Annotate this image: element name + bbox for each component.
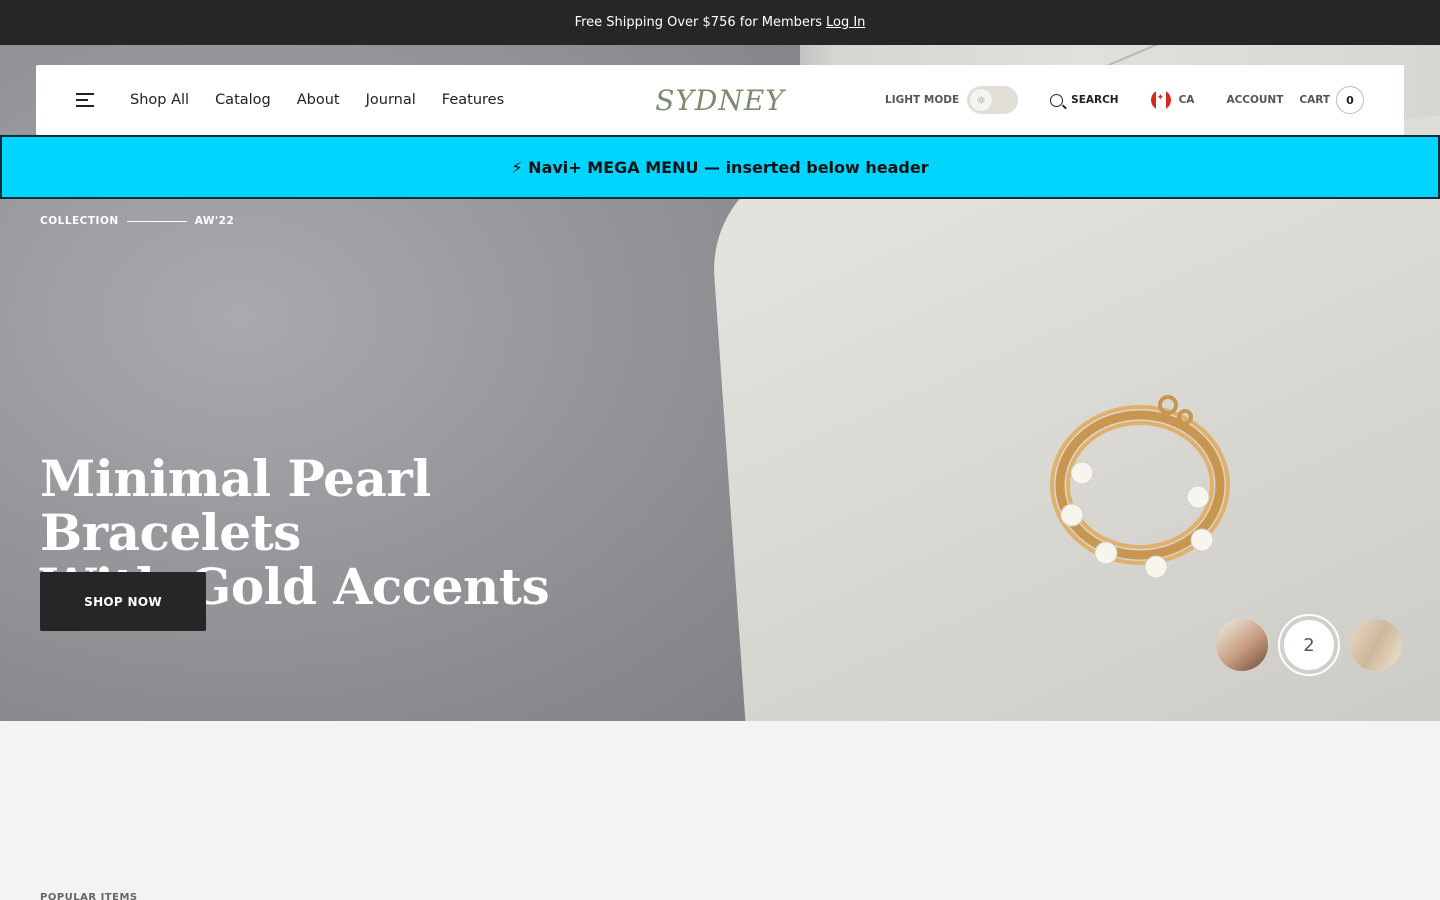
account-link[interactable]: ACCOUNT	[1226, 94, 1283, 106]
cart-label: CART	[1299, 94, 1330, 106]
mode-label: LIGHT MODE	[885, 94, 960, 106]
country-selector[interactable]: CA	[1150, 90, 1195, 110]
sun-icon: ☼	[970, 89, 993, 111]
cart-count-badge: 0	[1336, 86, 1364, 114]
announcement-bar: Free Shipping Over $756 for Members Log …	[0, 0, 1440, 45]
shop-now-button[interactable]: SHOP NOW	[40, 572, 206, 631]
nav-features[interactable]: Features	[442, 92, 504, 108]
collection-text: COLLECTION	[40, 215, 119, 227]
slide-thumbnail-1[interactable]	[1216, 619, 1268, 671]
active-slide-number: 2	[1284, 620, 1334, 670]
slide-thumbnail-2-active[interactable]: 2	[1278, 614, 1340, 676]
canada-flag-icon	[1150, 90, 1171, 110]
nav-about[interactable]: About	[297, 92, 340, 108]
announcement-text: Free Shipping Over $756 for Members	[574, 15, 822, 30]
nav-shop-all[interactable]: Shop All	[130, 92, 189, 108]
country-code: CA	[1178, 94, 1195, 106]
slide-thumbnail-3[interactable]	[1350, 619, 1402, 671]
hero-headline-line1: Minimal Pearl Bracelets	[40, 449, 431, 562]
popular-items-label: POPULAR ITEMS	[40, 892, 138, 900]
collection-divider	[126, 220, 187, 222]
collection-label: COLLECTION AW'22	[40, 215, 234, 227]
theme-mode: LIGHT MODE ☼	[885, 86, 1019, 114]
main-nav: Shop All Catalog About Journal Features	[130, 92, 504, 108]
search-label: SEARCH	[1071, 94, 1119, 106]
hamburger-menu-icon[interactable]	[76, 93, 94, 107]
nav-catalog[interactable]: Catalog	[215, 92, 271, 108]
mega-menu-banner[interactable]: ⚡ Navi+ MEGA MENU — inserted below heade…	[0, 135, 1440, 199]
nav-journal[interactable]: Journal	[366, 92, 416, 108]
site-logo[interactable]: SYDNEY	[655, 84, 785, 117]
search-icon	[1050, 93, 1064, 107]
collection-season: AW'22	[194, 215, 235, 227]
login-link[interactable]: Log In	[826, 15, 865, 30]
search-button[interactable]: SEARCH	[1050, 93, 1119, 107]
pearl-bracelet-image	[1050, 395, 1230, 579]
slide-navigation: 2	[1216, 614, 1402, 676]
cart-button[interactable]: CART 0	[1299, 86, 1364, 114]
theme-toggle[interactable]: ☼	[967, 86, 1019, 114]
site-header: Shop All Catalog About Journal Features …	[36, 65, 1404, 135]
header-actions: LIGHT MODE ☼ SEARCH CA ACCOUNT CART 0	[885, 86, 1364, 114]
